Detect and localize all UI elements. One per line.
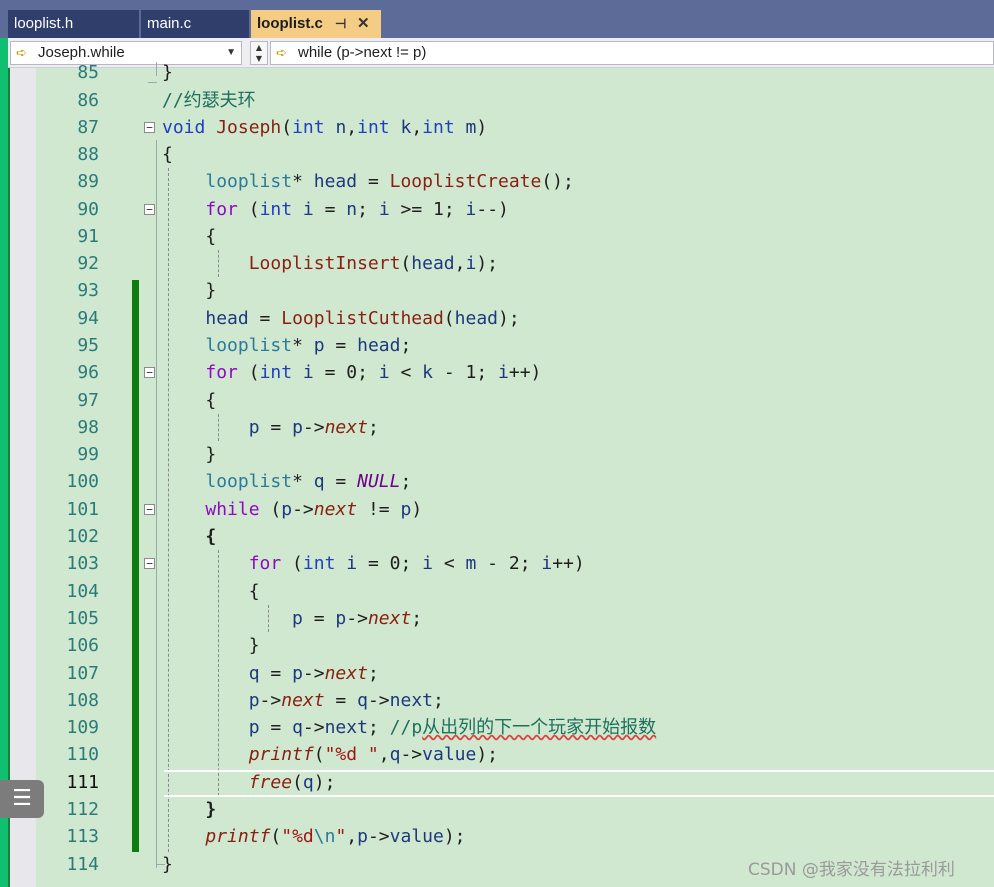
line-number: 92 — [77, 253, 99, 274]
fold-collapse-icon[interactable]: − — [144, 122, 155, 133]
tab-pin-icon[interactable]: ⊣ — [335, 10, 346, 38]
line-number: 99 — [77, 444, 99, 465]
line-number: 98 — [77, 417, 99, 438]
member-icon: ➪ — [16, 45, 27, 60]
tab-main-c[interactable]: main.c — [141, 10, 249, 38]
line-number: 101 — [66, 499, 99, 520]
code-line: { — [205, 526, 217, 547]
line-number: 97 — [77, 390, 99, 411]
left-accent-bar — [0, 0, 8, 887]
code-line: void Joseph(int n,int k,int m) — [162, 117, 488, 138]
code-line: looplist* q = NULL; — [205, 471, 412, 492]
fold-collapse-icon[interactable]: − — [144, 367, 155, 378]
tab-looplist-h[interactable]: looplist.h — [8, 10, 139, 38]
member-label: while (p->next != p) — [298, 44, 427, 61]
line-number-current: 111 — [66, 772, 99, 793]
code-line: while (p->next != p) — [205, 499, 423, 520]
line-number: 87 — [77, 117, 99, 138]
code-line: q = p->next; — [248, 663, 379, 684]
line-number: 114 — [66, 854, 99, 875]
line-number: 94 — [77, 308, 99, 329]
line-number: 110 — [66, 744, 99, 765]
line-number: 107 — [66, 663, 99, 684]
code-line-current: free(q); — [248, 772, 336, 793]
member-icon: ➪ — [276, 45, 287, 60]
tab-label: main.c — [147, 15, 192, 32]
code-line: LooplistInsert(head,i); — [248, 253, 498, 274]
code-line: //约瑟夫环 — [162, 87, 256, 114]
line-number: 102 — [66, 526, 99, 547]
fold-collapse-icon[interactable]: − — [144, 558, 155, 569]
code-line: looplist* head = LooplistCreate(); — [205, 171, 574, 192]
line-number: 100 — [66, 471, 99, 492]
line-number: 96 — [77, 362, 99, 383]
outline-line — [156, 62, 157, 76]
line-number: 105 — [66, 608, 99, 629]
line-number: 103 — [66, 553, 99, 574]
code-line: } — [162, 62, 173, 83]
line-number: 109 — [66, 717, 99, 738]
line-number: 91 — [77, 226, 99, 247]
outline-line — [148, 82, 157, 83]
dropdown-arrow-icon[interactable]: ▼ — [226, 42, 236, 64]
code-line: p->next = q->next; — [248, 690, 444, 711]
code-line: { — [162, 144, 173, 165]
watermark: CSDN @我家没有法拉利利 — [748, 860, 955, 880]
outline-line — [156, 140, 157, 868]
line-number: 104 — [66, 581, 99, 602]
code-line: for (int i = 0; i < k - 1; i++) — [205, 362, 542, 383]
code-line: printf("%d\n",p->value); — [205, 826, 466, 847]
line-number: 93 — [77, 280, 99, 301]
comment-spellcheck: 从出列的下一个玩家开始报数 — [422, 717, 657, 738]
tab-strip: looplist.h main.c looplist.c ⊣ ✕ — [0, 0, 994, 38]
code-line: p = p->next; — [248, 417, 379, 438]
code-line: head = LooplistCuthead(head); — [205, 308, 520, 329]
change-indicator — [132, 307, 139, 852]
list-menu-icon[interactable]: ☰ — [0, 780, 44, 818]
code-line: } — [162, 444, 217, 465]
change-indicator — [132, 280, 139, 307]
code-line: looplist* p = head; — [205, 335, 412, 356]
editor-margin — [10, 68, 36, 887]
code-line: { — [162, 226, 217, 247]
line-number: 86 — [77, 90, 99, 111]
fold-collapse-icon[interactable]: − — [144, 504, 155, 515]
line-number: 85 — [77, 62, 99, 83]
line-number: 112 — [66, 799, 99, 820]
comment: //p — [389, 717, 423, 738]
fold-collapse-icon[interactable]: − — [144, 204, 155, 215]
line-number: 95 — [77, 335, 99, 356]
line-number: 90 — [77, 199, 99, 220]
code-line: { — [162, 390, 217, 411]
code-line: for (int i = 0; i < m - 2; i++) — [248, 553, 585, 574]
code-line: printf("%d ",q->value); — [248, 744, 499, 765]
line-number: 113 — [66, 826, 99, 847]
comment: //约瑟夫环 — [162, 90, 256, 111]
tab-label: looplist.h — [14, 15, 74, 32]
code-line: p = p->next; — [292, 608, 423, 629]
member-dropdown[interactable]: ➪ while (p->next != p) — [270, 41, 994, 65]
line-number: 88 — [77, 144, 99, 165]
code-line: } — [162, 854, 173, 875]
code-line: } — [162, 280, 217, 301]
line-number: 89 — [77, 171, 99, 192]
code-line: } — [162, 635, 260, 656]
code-line: } — [205, 799, 217, 820]
code-line: for (int i = n; i >= 1; i--) — [205, 199, 509, 220]
line-number: 108 — [66, 690, 99, 711]
tab-label: looplist.c — [257, 15, 323, 32]
spin-arrows-icon[interactable]: ▲ ▼ — [250, 41, 268, 65]
tab-looplist-c[interactable]: looplist.c ⊣ ✕ — [251, 10, 381, 38]
code-line: { — [162, 581, 260, 602]
line-number: 106 — [66, 635, 99, 656]
code-line: p = q->next; //p从出列的下一个玩家开始报数 — [248, 717, 657, 738]
tab-close-icon[interactable]: ✕ — [357, 10, 370, 38]
